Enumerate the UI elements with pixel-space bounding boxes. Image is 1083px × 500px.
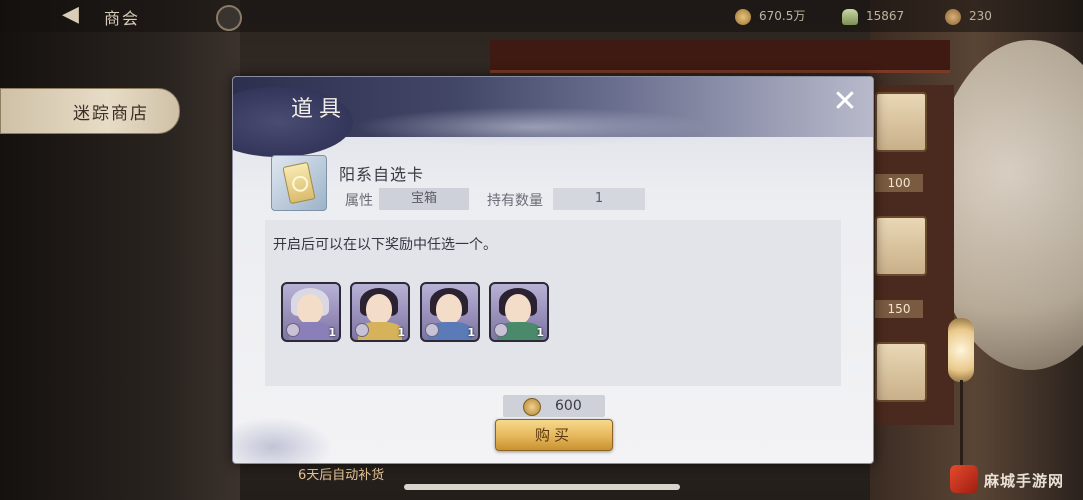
reward-count: 1	[467, 326, 475, 339]
reward-hero-portrait-noble-woman-icon[interactable]: 1	[350, 282, 410, 342]
cloud-decoration	[353, 107, 713, 147]
tab-mizong-shop[interactable]: 迷踪商店	[0, 88, 180, 134]
resource-jade[interactable]: 230	[945, 6, 992, 26]
reward-count: 1	[397, 326, 405, 339]
back-arrow-icon[interactable]: ◀	[62, 4, 94, 26]
resource-value: 15867	[866, 9, 905, 23]
reward-count: 1	[536, 326, 544, 339]
resource-value: 230	[969, 9, 992, 23]
item-name: 阳系自选卡	[339, 165, 425, 184]
tab-label: 迷踪商店	[73, 104, 149, 124]
shop-item-price: 150	[875, 300, 923, 318]
item-dialog: 道具 ✕ 阳系自选卡 属性 宝箱 持有数量 1 开启后可以在以下奖励中任选一个。…	[232, 76, 874, 464]
watermark-text: 麻城手游网	[984, 472, 1065, 490]
reward-hero-portrait-white-hair-icon[interactable]: 1	[281, 282, 341, 342]
copper-coin-icon	[523, 398, 541, 416]
jade-coin-icon	[945, 8, 961, 25]
copper-coin-icon	[735, 8, 751, 25]
reward-count: 1	[328, 326, 336, 339]
close-icon: ✕	[832, 84, 858, 119]
price-display: 600	[503, 395, 605, 417]
resource-coins[interactable]: 670.5万	[735, 6, 805, 26]
top-bar: ◀ 商会 670.5万 15867 230	[0, 0, 1083, 32]
page-title: 商会	[104, 9, 141, 28]
cloud-decoration	[233, 417, 333, 463]
attribute-label: 属性	[345, 193, 373, 209]
close-button[interactable]: ✕	[829, 87, 861, 119]
guild-emblem-icon[interactable]	[216, 5, 242, 31]
background-left-wall	[0, 0, 240, 500]
reward-hero-portrait-young-woman-icon[interactable]: 1	[420, 282, 480, 342]
hero-grade-icon	[355, 323, 369, 337]
lantern-icon	[948, 318, 974, 382]
dialog-title: 道具	[291, 97, 348, 122]
restock-timer: 6天后自动补货	[298, 468, 385, 483]
item-description: 开启后可以在以下奖励中任选一个。	[273, 237, 497, 253]
hero-grade-icon	[286, 323, 300, 337]
price-value: 600	[555, 398, 582, 414]
resource-ingots[interactable]: 15867	[842, 6, 904, 26]
shop-awning	[490, 40, 950, 73]
shop-item-price: 100	[875, 174, 923, 192]
owned-quantity-value: 1	[553, 188, 645, 210]
resource-value: 670.5万	[759, 9, 806, 23]
shop-item[interactable]	[875, 216, 927, 276]
buy-button-label: 购买	[534, 426, 573, 444]
buy-button[interactable]: 购买	[495, 419, 613, 451]
home-indicator[interactable]	[404, 484, 680, 490]
ingot-icon	[842, 8, 858, 25]
attribute-value: 宝箱	[379, 188, 469, 210]
owned-quantity-label: 持有数量	[487, 193, 543, 209]
dialog-header: 道具 ✕	[233, 77, 873, 157]
selection-card-icon	[271, 155, 327, 211]
hero-grade-icon	[425, 323, 439, 337]
watermark-logo-icon	[950, 465, 978, 493]
reward-hero-portrait-swordsman-icon[interactable]: 1	[489, 282, 549, 342]
shop-item[interactable]	[875, 342, 927, 402]
hero-grade-icon	[494, 323, 508, 337]
shop-item[interactable]	[875, 92, 927, 152]
